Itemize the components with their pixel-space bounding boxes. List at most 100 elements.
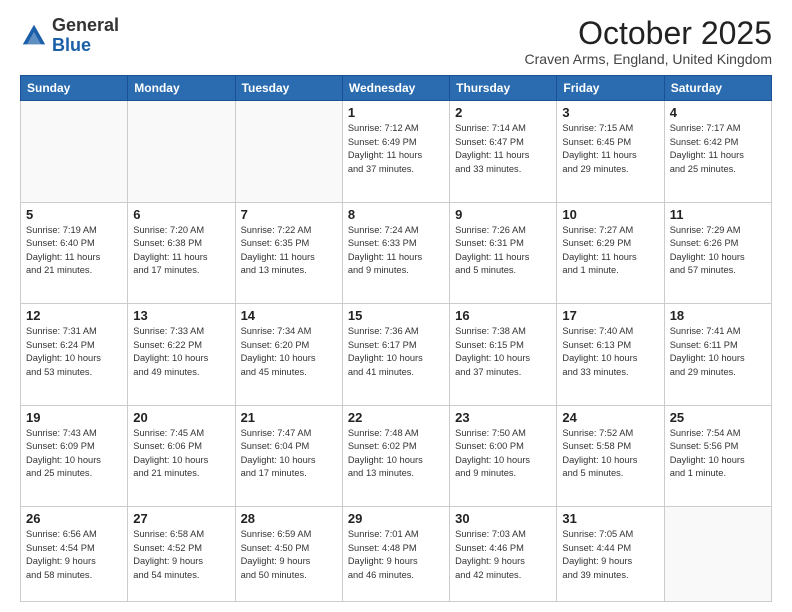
day-info: Sunrise: 7:12 AMSunset: 6:49 PMDaylight:… [348, 122, 444, 176]
table-row: 30 Sunrise: 7:03 AMSunset: 4:46 PMDayligh… [450, 507, 557, 602]
header: General Blue October 2025 Craven Arms, E… [20, 16, 772, 67]
day-number: 23 [455, 410, 551, 425]
day-number: 30 [455, 511, 551, 526]
day-info: Sunrise: 7:36 AMSunset: 6:17 PMDaylight:… [348, 325, 444, 379]
day-number: 20 [133, 410, 229, 425]
day-info: Sunrise: 7:41 AMSunset: 6:11 PMDaylight:… [670, 325, 766, 379]
table-row: 6 Sunrise: 7:20 AMSunset: 6:38 PMDaylight… [128, 202, 235, 304]
day-number: 27 [133, 511, 229, 526]
day-number: 8 [348, 207, 444, 222]
day-info: Sunrise: 7:27 AMSunset: 6:29 PMDaylight:… [562, 224, 658, 278]
table-row: 10 Sunrise: 7:27 AMSunset: 6:29 PMDayligh… [557, 202, 664, 304]
day-info: Sunrise: 7:54 AMSunset: 5:56 PMDaylight:… [670, 427, 766, 481]
table-row: 5 Sunrise: 7:19 AMSunset: 6:40 PMDaylight… [21, 202, 128, 304]
day-info: Sunrise: 7:48 AMSunset: 6:02 PMDaylight:… [348, 427, 444, 481]
day-number: 18 [670, 308, 766, 323]
day-number: 19 [26, 410, 122, 425]
table-row: 14 Sunrise: 7:34 AMSunset: 6:20 PMDayligh… [235, 304, 342, 406]
logo-blue-text: Blue [52, 35, 91, 55]
day-info: Sunrise: 7:03 AMSunset: 4:46 PMDaylight:… [455, 528, 551, 582]
table-row [21, 101, 128, 203]
day-number: 2 [455, 105, 551, 120]
day-info: Sunrise: 7:24 AMSunset: 6:33 PMDaylight:… [348, 224, 444, 278]
day-info: Sunrise: 7:17 AMSunset: 6:42 PMDaylight:… [670, 122, 766, 176]
table-row: 24Sunrise: 7:52 AMSunset: 5:58 PMDayligh… [557, 405, 664, 507]
col-friday: Friday [557, 76, 664, 101]
day-number: 22 [348, 410, 444, 425]
day-info: Sunrise: 7:15 AMSunset: 6:45 PMDaylight:… [562, 122, 658, 176]
table-row: 16 Sunrise: 7:38 AMSunset: 6:15 PMDayligh… [450, 304, 557, 406]
col-monday: Monday [128, 76, 235, 101]
day-number: 4 [670, 105, 766, 120]
logo-icon [20, 22, 48, 50]
day-info: Sunrise: 7:31 AMSunset: 6:24 PMDaylight:… [26, 325, 122, 379]
table-row: 25Sunrise: 7:54 AMSunset: 5:56 PMDayligh… [664, 405, 771, 507]
calendar-week-row: 5 Sunrise: 7:19 AMSunset: 6:40 PMDaylight… [21, 202, 772, 304]
day-number: 3 [562, 105, 658, 120]
day-info: Sunrise: 7:14 AMSunset: 6:47 PMDaylight:… [455, 122, 551, 176]
table-row: 11 Sunrise: 7:29 AMSunset: 6:26 PMDayligh… [664, 202, 771, 304]
day-number: 28 [241, 511, 337, 526]
day-number: 17 [562, 308, 658, 323]
day-info: Sunrise: 7:52 AMSunset: 5:58 PMDaylight:… [562, 427, 658, 481]
table-row: 28 Sunrise: 6:59 AMSunset: 4:50 PMDayligh… [235, 507, 342, 602]
day-info: Sunrise: 7:38 AMSunset: 6:15 PMDaylight:… [455, 325, 551, 379]
col-saturday: Saturday [664, 76, 771, 101]
table-row: 20 Sunrise: 7:45 AMSunset: 6:06 PMDayligh… [128, 405, 235, 507]
day-number: 14 [241, 308, 337, 323]
day-info: Sunrise: 7:34 AMSunset: 6:20 PMDaylight:… [241, 325, 337, 379]
day-number: 12 [26, 308, 122, 323]
day-info: Sunrise: 7:22 AMSunset: 6:35 PMDaylight:… [241, 224, 337, 278]
day-number: 29 [348, 511, 444, 526]
title-block: October 2025 Craven Arms, England, Unite… [525, 16, 772, 67]
day-number: 6 [133, 207, 229, 222]
day-info: Sunrise: 7:26 AMSunset: 6:31 PMDaylight:… [455, 224, 551, 278]
table-row: 23Sunrise: 7:50 AMSunset: 6:00 PMDayligh… [450, 405, 557, 507]
calendar-week-row: 19Sunrise: 7:43 AMSunset: 6:09 PMDayligh… [21, 405, 772, 507]
day-number: 11 [670, 207, 766, 222]
col-thursday: Thursday [450, 76, 557, 101]
table-row: 19Sunrise: 7:43 AMSunset: 6:09 PMDayligh… [21, 405, 128, 507]
day-number: 31 [562, 511, 658, 526]
table-row [235, 101, 342, 203]
table-row: 9 Sunrise: 7:26 AMSunset: 6:31 PMDaylight… [450, 202, 557, 304]
table-row: 13 Sunrise: 7:33 AMSunset: 6:22 PMDayligh… [128, 304, 235, 406]
day-info: Sunrise: 7:01 AMSunset: 4:48 PMDaylight:… [348, 528, 444, 582]
table-row: 2 Sunrise: 7:14 AMSunset: 6:47 PMDaylight… [450, 101, 557, 203]
day-info: Sunrise: 7:40 AMSunset: 6:13 PMDaylight:… [562, 325, 658, 379]
calendar-week-row: 1Sunrise: 7:12 AMSunset: 6:49 PMDaylight… [21, 101, 772, 203]
page: General Blue October 2025 Craven Arms, E… [0, 0, 792, 612]
day-info: Sunrise: 7:05 AMSunset: 4:44 PMDaylight:… [562, 528, 658, 582]
day-info: Sunrise: 7:19 AMSunset: 6:40 PMDaylight:… [26, 224, 122, 278]
table-row: 4 Sunrise: 7:17 AMSunset: 6:42 PMDaylight… [664, 101, 771, 203]
table-row: 12 Sunrise: 7:31 AMSunset: 6:24 PMDayligh… [21, 304, 128, 406]
table-row: 1Sunrise: 7:12 AMSunset: 6:49 PMDaylight… [342, 101, 449, 203]
day-info: Sunrise: 7:20 AMSunset: 6:38 PMDaylight:… [133, 224, 229, 278]
table-row: 21Sunrise: 7:47 AMSunset: 6:04 PMDayligh… [235, 405, 342, 507]
table-row: 18 Sunrise: 7:41 AMSunset: 6:11 PMDayligh… [664, 304, 771, 406]
logo-text: General Blue [52, 16, 119, 56]
day-number: 21 [241, 410, 337, 425]
day-info: Sunrise: 6:59 AMSunset: 4:50 PMDaylight:… [241, 528, 337, 582]
day-number: 13 [133, 308, 229, 323]
table-row: 22 Sunrise: 7:48 AMSunset: 6:02 PMDayligh… [342, 405, 449, 507]
day-info: Sunrise: 7:29 AMSunset: 6:26 PMDaylight:… [670, 224, 766, 278]
day-info: Sunrise: 7:45 AMSunset: 6:06 PMDaylight:… [133, 427, 229, 481]
day-number: 9 [455, 207, 551, 222]
day-number: 26 [26, 511, 122, 526]
calendar-body: 1Sunrise: 7:12 AMSunset: 6:49 PMDaylight… [21, 101, 772, 602]
day-info: Sunrise: 6:58 AMSunset: 4:52 PMDaylight:… [133, 528, 229, 582]
month-title: October 2025 [525, 16, 772, 51]
day-info: Sunrise: 7:33 AMSunset: 6:22 PMDaylight:… [133, 325, 229, 379]
calendar-table: Sunday Monday Tuesday Wednesday Thursday… [20, 75, 772, 602]
col-wednesday: Wednesday [342, 76, 449, 101]
day-info: Sunrise: 6:56 AMSunset: 4:54 PMDaylight:… [26, 528, 122, 582]
day-number: 10 [562, 207, 658, 222]
day-number: 5 [26, 207, 122, 222]
table-row: 7 Sunrise: 7:22 AMSunset: 6:35 PMDaylight… [235, 202, 342, 304]
day-number: 7 [241, 207, 337, 222]
day-number: 16 [455, 308, 551, 323]
logo-general-text: General [52, 15, 119, 35]
day-number: 15 [348, 308, 444, 323]
table-row: 8 Sunrise: 7:24 AMSunset: 6:33 PMDaylight… [342, 202, 449, 304]
